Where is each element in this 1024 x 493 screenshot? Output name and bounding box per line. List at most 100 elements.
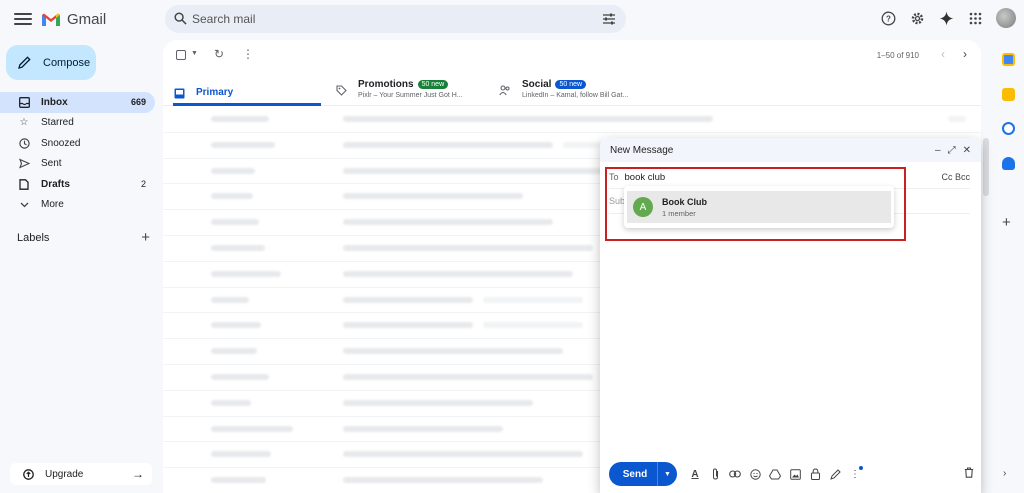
tab-promotions[interactable]: Promotions 50 new Pixlr – Your Summer Ju… [335, 74, 463, 106]
attach-icon[interactable] [709, 468, 721, 480]
upgrade-icon [23, 468, 34, 480]
settings-icon[interactable] [909, 10, 925, 26]
send-button[interactable]: Send ▼ [609, 462, 677, 486]
sidebar-item-label: Starred [41, 117, 74, 129]
photo-icon[interactable] [789, 468, 801, 480]
main-menu-icon[interactable] [14, 10, 32, 28]
sidebar-item-label: More [41, 199, 64, 211]
account-avatar[interactable] [996, 8, 1016, 28]
mail-toolbar: ▼ ↻ ⋮ 1–50 of 910 ‹ › [163, 40, 981, 72]
refresh-icon[interactable]: ↻ [214, 47, 224, 61]
suggestion-name: Book Club [662, 196, 707, 207]
link-icon[interactable] [729, 468, 741, 480]
suggestion-detail: 1 member [662, 208, 696, 218]
sidebar-item-more[interactable]: More [0, 195, 155, 216]
close-icon[interactable]: ✕ [963, 145, 971, 156]
drive-icon[interactable] [769, 468, 781, 480]
select-caret-icon[interactable]: ▼ [191, 50, 198, 57]
send-icon [18, 158, 30, 170]
recipient-suggestions: A Book Club 1 member [624, 186, 894, 228]
new-count-badge: 50 new [417, 80, 449, 89]
drafts-count: 2 [140, 179, 146, 190]
search-options-icon[interactable] [602, 12, 616, 26]
add-addon-icon[interactable]: + [1002, 214, 1011, 231]
gmail-logo-icon [42, 13, 60, 26]
compose-toolbar: Send ▼ A ⋮ [609, 462, 974, 486]
confidential-icon[interactable] [809, 468, 821, 480]
sidebar-item-label: Drafts [41, 178, 70, 190]
signature-icon[interactable] [829, 468, 841, 480]
inbox-icon [18, 96, 30, 108]
compose-title: New Message [610, 144, 674, 156]
tab-label: Promotions [358, 79, 414, 90]
sidebar-item-label: Inbox [41, 96, 68, 108]
chevron-down-icon [18, 199, 30, 211]
discard-draft-icon[interactable] [964, 467, 974, 481]
sidebar-item-inbox[interactable]: Inbox 669 [0, 92, 155, 113]
gmail-logo[interactable]: Gmail [41, 11, 106, 28]
labels-section: Labels + [17, 230, 150, 245]
sidebar-nav: Inbox 669 ☆ Starred Snoozed Sent Drafts … [0, 92, 160, 215]
arrow-right-icon: → [132, 467, 144, 481]
sidebar-item-label: Sent [41, 158, 62, 170]
gemini-icon[interactable] [938, 10, 954, 26]
contacts-icon[interactable] [1002, 157, 1015, 170]
app-name: Gmail [67, 11, 107, 28]
inbox-tab-icon [173, 87, 185, 99]
tag-icon [335, 84, 347, 96]
people-icon [499, 84, 511, 96]
tab-label: Primary [196, 87, 234, 98]
sidebar-item-starred[interactable]: ☆ Starred [0, 113, 155, 134]
table-row[interactable] [163, 107, 981, 133]
to-field[interactable] [624, 171, 885, 183]
top-bar: Gmail ? [0, 0, 1024, 40]
star-icon: ☆ [19, 117, 29, 129]
expand-icon[interactable]: ⤢ [948, 145, 956, 156]
formatting-icon[interactable]: A [689, 468, 701, 480]
sidebar-item-label: Snoozed [41, 137, 81, 149]
prev-page-icon[interactable]: ‹ [941, 47, 945, 61]
send-options-icon[interactable]: ▼ [657, 462, 677, 486]
compose-button[interactable]: Compose [6, 45, 96, 80]
cc-bcc-link[interactable]: Cc Bcc [941, 172, 970, 182]
suggestion-item-book-club[interactable]: A Book Club 1 member [627, 191, 891, 223]
pencil-icon [18, 56, 31, 69]
mail-list-scrollbar[interactable] [983, 138, 989, 196]
subject-field[interactable]: Sub [609, 196, 625, 206]
side-panel: + › [993, 48, 1024, 493]
help-icon[interactable]: ? [880, 10, 896, 26]
next-page-icon[interactable]: › [963, 47, 967, 61]
tab-label: Social [522, 79, 552, 90]
avatar: A [633, 197, 653, 217]
upgrade-label: Upgrade [45, 468, 84, 480]
sidebar-item-snoozed[interactable]: Snoozed [0, 133, 155, 154]
compose-label: Compose [43, 56, 91, 69]
svg-text:?: ? [886, 14, 891, 23]
sidebar-item-drafts[interactable]: Drafts 2 [0, 174, 155, 195]
tasks-icon[interactable] [1002, 122, 1015, 135]
calendar-icon[interactable] [1002, 53, 1015, 66]
emoji-icon[interactable] [749, 468, 761, 480]
search-icon[interactable] [174, 12, 187, 25]
more-options-icon[interactable]: ⋮ [849, 466, 863, 480]
compose-header[interactable]: New Message – ⤢ ✕ [600, 138, 981, 162]
tab-preview: LinkedIn – Kamal, follow Bill Gat... [522, 92, 629, 99]
apps-icon[interactable] [967, 10, 983, 26]
tab-primary[interactable]: Primary [173, 74, 321, 106]
search-bar [165, 5, 626, 33]
send-label: Send [622, 468, 648, 480]
keep-icon[interactable] [1002, 88, 1015, 101]
to-label: To [609, 172, 619, 182]
category-tabs: Primary Promotions 50 new Pixlr – Your S… [163, 74, 981, 106]
tab-social[interactable]: Social 50 new LinkedIn – Kamal, follow B… [499, 74, 628, 106]
inbox-count: 669 [130, 97, 146, 108]
minimize-icon[interactable]: – [935, 145, 941, 156]
chevron-right-icon[interactable]: › [1003, 468, 1006, 479]
pagination-text: 1–50 of 910 [876, 51, 919, 60]
add-label-icon[interactable]: + [141, 230, 150, 245]
select-all-checkbox[interactable] [176, 50, 186, 60]
upgrade-button[interactable]: Upgrade → [10, 463, 152, 485]
search-input[interactable] [192, 11, 592, 27]
more-options-icon[interactable]: ⋮ [242, 47, 254, 61]
sidebar-item-sent[interactable]: Sent [0, 154, 155, 175]
